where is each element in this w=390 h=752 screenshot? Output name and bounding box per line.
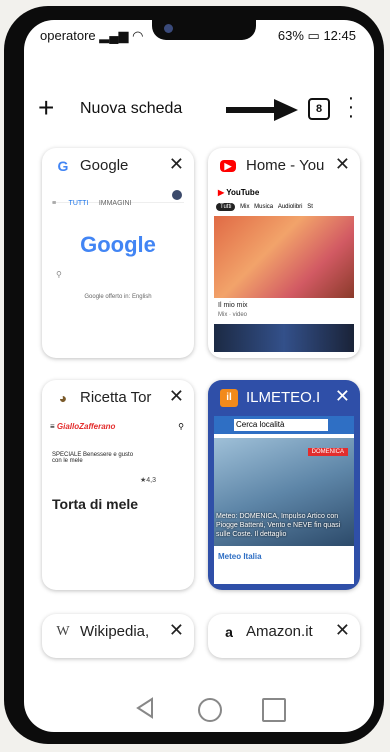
tab-preview: ≡ GialloZafferano ⚲ SPECIALE Benessere e… (48, 416, 188, 584)
new-tab-plus-icon[interactable]: + (38, 90, 54, 126)
search-icon: ⚲ (178, 422, 184, 431)
special-banner: SPECIALE Benessere e gusto con le mele (52, 452, 134, 464)
rating: ★4,3 (140, 477, 157, 484)
ilmeteo-favicon-icon: il (220, 389, 238, 407)
amazon-favicon-icon: a (225, 624, 233, 640)
chip-row: Tutti Mix Musica Audiolibri St (216, 203, 354, 211)
tab-title: Amazon.it (246, 623, 313, 640)
back-icon[interactable] (134, 696, 156, 720)
meteo-search-bar: Cerca località (214, 416, 354, 434)
tab-title: Ricetta Tor (80, 389, 152, 406)
tab-preview: ≡ TUTTI IMMAGINI Google ⚲ Google offerto… (48, 184, 188, 352)
tab-card-header: ▶ Home - You ✕ (208, 148, 360, 184)
recipe-favicon-icon: ◕ (58, 390, 68, 406)
meteo-headline: Meteo: DOMENICA, Impulso Artico con Piog… (216, 513, 341, 538)
video-thumbnail-2 (214, 324, 354, 352)
close-tab-icon[interactable]: ✕ (169, 620, 184, 641)
close-tab-icon[interactable]: ✕ (169, 154, 184, 175)
tab-card-wikipedia[interactable]: W Wikipedia, ✕ (42, 614, 194, 658)
tab-card-google[interactable]: G Google ✕ ≡ TUTTI IMMAGINI Google ⚲ Goo… (42, 148, 194, 358)
tab-count-button[interactable]: 8 (308, 98, 330, 120)
close-tab-icon[interactable]: ✕ (169, 386, 184, 407)
meteo-footer: Meteo Italia (218, 552, 262, 561)
new-tab-button[interactable]: Nuova scheda (80, 100, 182, 118)
tab-card-header: G Google ✕ (42, 148, 194, 184)
front-camera (164, 24, 173, 33)
carrier-label: operatore ▂▄▆ ◠ (40, 28, 144, 43)
tab-card-amazon[interactable]: a Amazon.it ✕ (208, 614, 360, 658)
tab-preview: ▶ YouTube Tutti Mix Musica Audiolibri St… (214, 184, 354, 352)
recipe-heading: Torta di mele (52, 496, 139, 512)
tab-title: Home - You (246, 157, 325, 174)
tab-preview: Cerca località DOMENICA Meteo: DOMENICA,… (214, 416, 354, 584)
site-header: ≡ GialloZafferano ⚲ (50, 422, 184, 431)
recent-apps-icon[interactable] (262, 698, 286, 722)
tab-card-header: il ILMETEO.I ✕ (208, 380, 360, 416)
battery-time: 63% ▭ 12:45 (277, 28, 356, 43)
close-tab-icon[interactable]: ✕ (335, 154, 350, 175)
screen: operatore ▂▄▆ ◠ 63% ▭ 12:45 + Nuova sche… (24, 20, 374, 732)
system-nav-bar (24, 690, 374, 730)
camera-notch (152, 20, 256, 40)
tab-card-header: ◕ Ricetta Tor ✕ (42, 380, 194, 416)
search-icon: ⚲ (56, 270, 62, 279)
avatar (172, 190, 182, 200)
tab-card-youtube[interactable]: ▶ Home - You ✕ ▶ YouTube Tutti Mix Music… (208, 148, 360, 358)
battery-icon: ▭ (307, 28, 320, 43)
google-logo: Google (80, 232, 156, 257)
pointing-arrow-icon (226, 99, 298, 121)
youtube-brand: ▶ YouTube (218, 188, 260, 197)
phone-frame: operatore ▂▄▆ ◠ 63% ▭ 12:45 + Nuova sche… (4, 6, 384, 744)
signal-icon: ▂▄▆ ◠ (99, 28, 144, 43)
tab-title: Google (80, 157, 129, 174)
video-subtitle: Mix · video (218, 312, 248, 318)
tab-title: ILMETEO.I (246, 389, 321, 406)
close-tab-icon[interactable]: ✕ (335, 386, 350, 407)
tab-card-header: a Amazon.it ✕ (208, 614, 360, 650)
more-options-icon[interactable]: · · · (346, 88, 356, 126)
google-favicon-icon: G (57, 158, 69, 174)
search-input[interactable]: Cerca località (234, 419, 328, 431)
home-icon[interactable] (198, 698, 222, 722)
tab-card-ilmeteo[interactable]: il ILMETEO.I ✕ Cerca località DOMENICA M… (208, 380, 360, 590)
google-preview-links: ≡ TUTTI IMMAGINI (52, 190, 184, 207)
tab-switcher-toolbar: + Nuova scheda 8 · · · (24, 88, 374, 130)
tab-card-recipe[interactable]: ◕ Ricetta Tor ✕ ≡ GialloZafferano ⚲ SPEC… (42, 380, 194, 590)
day-badge: DOMENICA (307, 448, 348, 456)
tab-card-header: W Wikipedia, ✕ (42, 614, 194, 650)
menu-icon: ≡ (50, 422, 55, 431)
close-tab-icon[interactable]: ✕ (335, 620, 350, 641)
video-title: Il mio mix (218, 302, 248, 309)
tab-title: Wikipedia, (80, 623, 150, 640)
video-thumbnail[interactable] (214, 216, 354, 298)
google-footer-text: Google offerto in: English (84, 294, 152, 300)
wikipedia-favicon-icon: W (56, 624, 70, 639)
menu-icon: ≡ (52, 200, 57, 207)
youtube-favicon-icon: ▶ (220, 160, 236, 172)
